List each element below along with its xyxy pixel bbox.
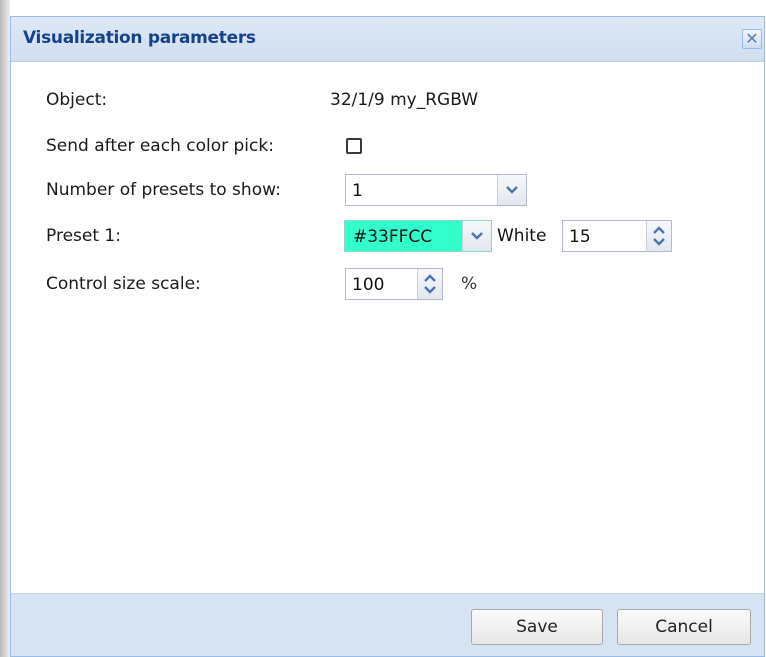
preset-1-label: Preset 1: <box>46 226 121 246</box>
presets-count-label: Number of presets to show: <box>46 180 281 200</box>
save-button[interactable]: Save <box>471 609 603 645</box>
send-after-pick-label: Send after each color pick: <box>46 136 274 156</box>
scale-label: Control size scale: <box>46 274 201 294</box>
scale-row: Control size scale: 100 % <box>11 266 764 302</box>
dialog-footer: Save Cancel <box>11 593 764 656</box>
visualization-parameters-dialog: Visualization parameters ✕ Object: 32/1/… <box>10 16 765 657</box>
presets-count-select[interactable]: 1 <box>345 174 527 206</box>
dialog-title: Visualization parameters <box>23 28 256 48</box>
cancel-button[interactable]: Cancel <box>617 609 751 645</box>
object-value: 32/1/9 my_RGBW <box>330 90 479 110</box>
scale-spinner[interactable]: 100 <box>345 268 443 300</box>
scale-unit: % <box>461 274 478 294</box>
chevron-up-icon[interactable] <box>653 226 665 234</box>
preset-1-row: Preset 1: #33FFCC White 15 <box>11 218 764 254</box>
presets-count-dropdown-trigger[interactable] <box>497 175 526 205</box>
preset-1-color-dropdown-trigger[interactable] <box>462 221 491 251</box>
white-label: White <box>497 226 547 246</box>
white-level-value: 15 <box>569 227 591 247</box>
preset-1-color-picker[interactable]: #33FFCC <box>344 220 492 252</box>
chevron-down-icon <box>506 186 518 194</box>
presets-count-row: Number of presets to show: 1 <box>11 172 764 208</box>
close-icon: ✕ <box>745 29 759 48</box>
chevron-down-icon <box>471 232 483 240</box>
chevron-down-icon[interactable] <box>424 286 436 294</box>
preset-1-color-value: #33FFCC <box>353 227 433 247</box>
send-after-pick-checkbox[interactable] <box>346 138 362 154</box>
chevron-down-icon[interactable] <box>653 238 665 246</box>
send-after-pick-row: Send after each color pick: <box>11 128 764 164</box>
white-level-spin-buttons[interactable] <box>646 221 671 251</box>
scale-spin-buttons[interactable] <box>417 269 442 299</box>
presets-count-value: 1 <box>352 181 363 201</box>
scale-value: 100 <box>352 275 385 295</box>
close-button[interactable]: ✕ <box>742 29 762 49</box>
window-shadow-edge <box>0 0 10 657</box>
object-label: Object: <box>46 90 108 110</box>
dialog-titlebar: Visualization parameters ✕ <box>11 17 764 62</box>
chevron-up-icon[interactable] <box>424 274 436 282</box>
white-level-spinner[interactable]: 15 <box>562 220 672 252</box>
object-row: Object: 32/1/9 my_RGBW <box>11 82 764 118</box>
